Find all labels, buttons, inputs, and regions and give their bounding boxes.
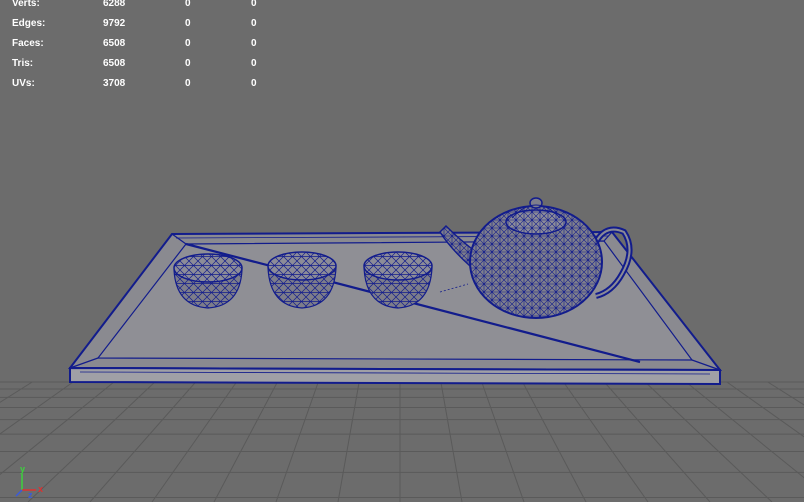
hud-row-edges: Edges: 9792 0 0: [0, 14, 270, 34]
hud-value: 3708: [103, 78, 126, 89]
grid-line: [337, 381, 360, 502]
hud-value: 6508: [103, 38, 126, 49]
grid-line: [767, 381, 804, 406]
hud-value: 6508: [103, 58, 126, 69]
hud-row-faces: Faces: 6508 0 0: [0, 34, 270, 54]
grid-line: [481, 381, 525, 502]
hud-value: 0: [251, 78, 257, 89]
3d-viewport[interactable]: Verts: 6288 0 0 Edges: 9792 0 0 Faces: 6…: [0, 0, 804, 502]
hud-label: Faces:: [12, 38, 44, 49]
hud-row-uvs: UVs: 3708 0 0: [0, 74, 270, 94]
hud-label: Tris:: [12, 58, 34, 69]
axis-z-label: z: [28, 490, 33, 500]
hud-value: 9792: [103, 18, 126, 29]
hud-value: 0: [185, 0, 191, 9]
grid-line: [275, 381, 319, 502]
hud-label: Edges:: [12, 18, 46, 29]
hud-value: 6288: [103, 0, 126, 9]
hud-label: Verts:: [12, 0, 40, 9]
grid-line: [726, 381, 804, 438]
hud-value: 0: [185, 18, 191, 29]
hud-value: 0: [185, 58, 191, 69]
axis-x-label: x: [38, 484, 44, 494]
ground-grid: [0, 381, 804, 502]
hud-value: 0: [251, 38, 257, 49]
hud-row-tris: Tris: 6508 0 0: [0, 54, 270, 74]
hud-value: 0: [251, 18, 257, 29]
hud-value: 0: [185, 38, 191, 49]
hud-label: UVs:: [12, 78, 35, 89]
heads-up-display: Verts: 6288 0 0 Edges: 9792 0 0 Faces: 6…: [0, 0, 270, 94]
grid-line: [603, 381, 711, 502]
grid-line: [685, 381, 804, 479]
grid-line: [89, 381, 197, 502]
grid-line: [440, 381, 463, 502]
axis-y-label: y: [20, 464, 26, 474]
axis-gizmo-icon: y x z: [10, 464, 50, 500]
hud-value: 0: [185, 78, 191, 89]
hud-row-verts: Verts: 6288 0 0: [0, 0, 270, 14]
hud-value: 0: [251, 58, 257, 69]
hud-value: 0: [251, 0, 257, 9]
